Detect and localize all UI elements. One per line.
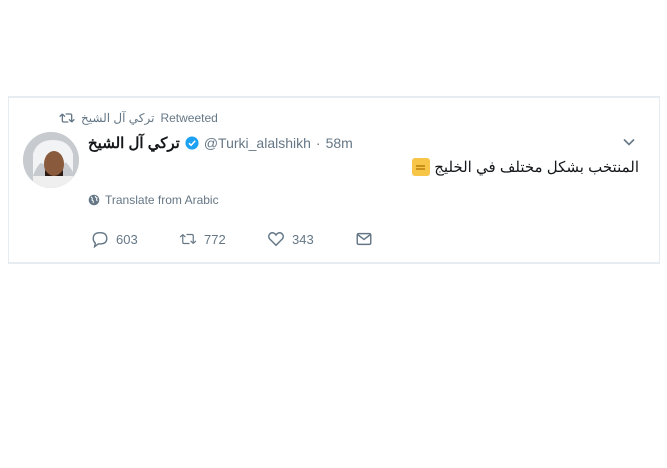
separator-dot: · xyxy=(315,135,321,151)
tweet-timestamp[interactable]: 58m xyxy=(326,135,353,151)
direct-message-button[interactable] xyxy=(355,230,373,248)
avatar-image xyxy=(23,132,79,188)
retweeted-label: Retweeted xyxy=(160,111,218,125)
translate-link[interactable]: Translate from Arabic xyxy=(88,192,219,208)
reply-button[interactable]: 603 xyxy=(91,230,179,248)
thumbs-up-icon xyxy=(412,158,431,176)
envelope-icon xyxy=(356,232,372,246)
retweeter-name[interactable]: تركي آل الشيخ xyxy=(81,111,154,125)
like-count: 343 xyxy=(292,231,314,247)
tweet-actions: 603 772 343 xyxy=(91,229,373,249)
retweet-count: 772 xyxy=(204,231,226,247)
translate-label: Translate from Arabic xyxy=(105,193,219,207)
retweet-button[interactable]: 772 xyxy=(179,230,267,248)
verified-badge-icon xyxy=(185,136,199,150)
tweet-card[interactable]: تركي آل الشيخ Retweeted تركي آل الشيخ @T… xyxy=(8,96,660,264)
tweet-header: تركي آل الشيخ @Turki_alalshikh · 58m xyxy=(88,133,629,153)
tweet-text: المنتخب بشكل مختلف في الخليج xyxy=(412,156,639,178)
like-button[interactable]: 343 xyxy=(267,230,355,248)
display-name[interactable]: تركي آل الشيخ xyxy=(88,134,180,152)
user-handle[interactable]: @Turki_alalshikh xyxy=(204,135,311,151)
retweet-icon xyxy=(179,233,197,245)
chevron-down-icon[interactable] xyxy=(623,136,635,148)
globe-icon xyxy=(88,194,100,206)
retweet-icon xyxy=(59,113,75,123)
reply-count: 603 xyxy=(116,231,138,247)
retweet-context: تركي آل الشيخ Retweeted xyxy=(59,110,218,126)
tweet-text-content: المنتخب بشكل مختلف في الخليج xyxy=(434,159,639,176)
avatar[interactable] xyxy=(23,132,79,188)
heart-icon xyxy=(268,232,284,247)
reply-icon xyxy=(92,231,108,248)
